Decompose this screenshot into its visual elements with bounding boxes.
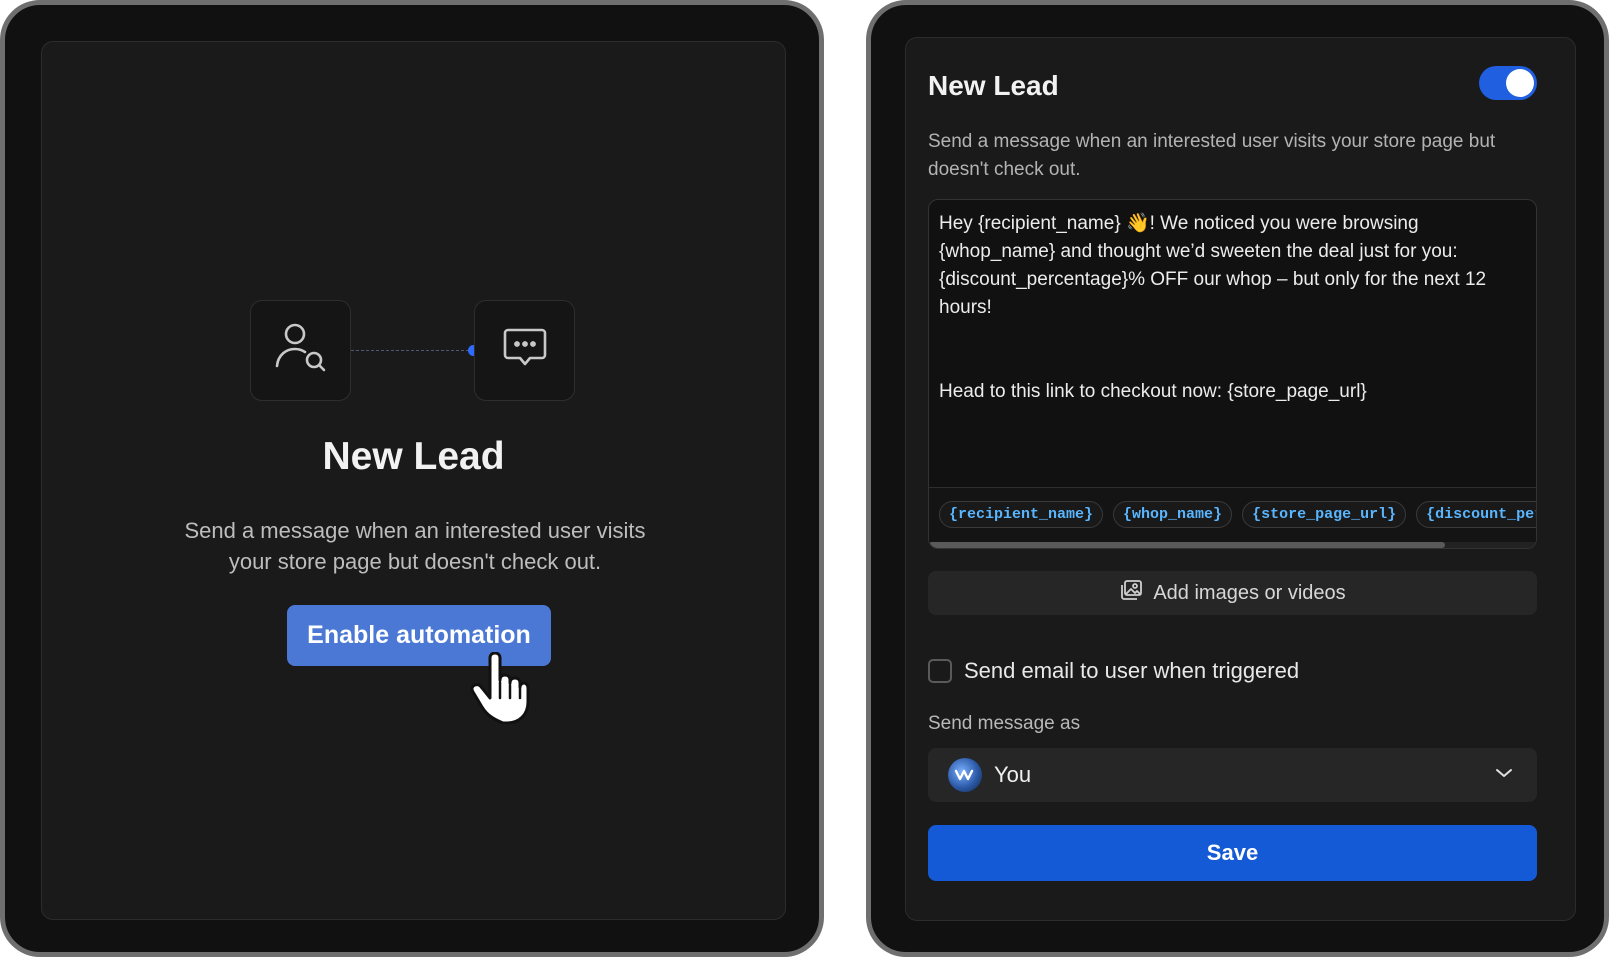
user-search-icon	[273, 320, 329, 381]
email-option-label: Send email to user when triggered	[964, 658, 1300, 683]
send-as-dropdown[interactable]: You	[928, 748, 1537, 802]
send-as-value: You	[994, 762, 1032, 787]
variable-tags-bar: {recipient_name} {whop_name} {store_page…	[929, 487, 1536, 548]
toggle-knob	[1506, 69, 1534, 97]
automation-empty-state-panel: New Lead Send a message when an interest…	[41, 41, 786, 920]
left-device-frame: New Lead Send a message when an interest…	[0, 0, 824, 957]
automation-title: New Lead	[322, 435, 505, 478]
automation-toggle[interactable]	[1479, 66, 1537, 100]
message-textarea[interactable]: Hey {recipient_name} 👋! We noticed you w…	[939, 210, 1524, 406]
send-as-label: Send message as	[928, 713, 1081, 734]
automation-settings-panel: New Lead Send a message when an interest…	[905, 37, 1576, 921]
automation-title: New Lead	[928, 70, 1059, 101]
message-node	[474, 300, 575, 401]
tag-whop-name[interactable]: {whop_name}	[1113, 501, 1233, 528]
tag-recipient-name[interactable]: {recipient_name}	[939, 501, 1104, 528]
tags-scrollbar-thumb[interactable]	[929, 542, 1445, 548]
lead-node	[250, 300, 351, 401]
chevron-down-icon	[1495, 766, 1513, 784]
right-device-frame: New Lead Send a message when an interest…	[866, 0, 1609, 957]
avatar	[948, 758, 982, 792]
hand-cursor-icon	[470, 651, 530, 729]
tag-store-page-url[interactable]: {store_page_url}	[1242, 501, 1407, 528]
add-media-label: Add images or videos	[1153, 581, 1346, 604]
message-editor[interactable]: Hey {recipient_name} 👋! We noticed you w…	[928, 199, 1537, 549]
images-icon	[1119, 579, 1143, 607]
email-option-row[interactable]: Send email to user when triggered	[928, 658, 1299, 684]
save-button[interactable]: Save	[928, 825, 1537, 881]
email-checkbox[interactable]	[928, 659, 952, 683]
tags-scrollbar[interactable]	[929, 542, 1536, 548]
automation-description: Send a message when an interested user v…	[928, 131, 1496, 180]
chat-bubble-icon	[502, 327, 548, 374]
tag-discount-percentage[interactable]: {discount_percentage}	[1416, 501, 1536, 528]
automation-description: Send a message when an interested user v…	[184, 518, 646, 574]
flow-connector	[351, 350, 469, 351]
add-media-button[interactable]: Add images or videos	[928, 571, 1537, 615]
